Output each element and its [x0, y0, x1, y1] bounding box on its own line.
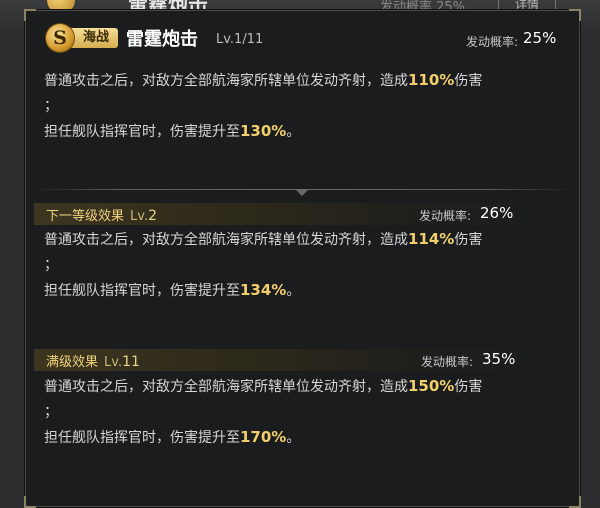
effect-text: 伤害: [454, 379, 483, 395]
next-level-header: 下一等级效果 Lv.2 发动概率: 26%: [34, 203, 571, 225]
effect-line: 普通攻击之后，对敌方全部航海家所辖单位发动齐射，造成114%伤害: [44, 227, 564, 253]
effect-line: ；: [44, 404, 58, 420]
effect-text: 普通攻击之后，对敌方全部航海家所辖单位发动齐射，造成: [44, 232, 408, 248]
next-rate-label: 发动概率:: [419, 209, 472, 223]
commander-damage-value: 130%: [240, 122, 287, 140]
effect-text: 担任舰队指挥官时，伤害提升至: [44, 124, 240, 140]
commander-damage-value: 170%: [240, 428, 287, 446]
s-rank-icon: S: [46, 24, 74, 52]
effect-line: 普通攻击之后，对敌方全部航海家所辖单位发动齐射，造成150%伤害: [44, 374, 564, 400]
skill-header: 海战 S 雷霆炮击 Lv.1/11 发动概率: 25%: [26, 11, 579, 61]
effect-line: 担任舰队指挥官时，伤害提升至134%。: [44, 278, 564, 304]
effect-line: 普通攻击之后，对敌方全部航海家所辖单位发动齐射，造成110%伤害: [44, 68, 564, 94]
max-rate-label: 发动概率:: [421, 355, 474, 369]
naval-battle-tag: 海战: [68, 28, 118, 48]
damage-value: 110%: [408, 71, 455, 89]
max-level-title: 满级效果 Lv.11: [46, 351, 140, 370]
lv-number: 11: [122, 354, 140, 370]
effect-text: 。: [286, 430, 301, 446]
trigger-rate-label: 发动概率:: [466, 35, 519, 49]
effect-text: 担任舰队指挥官时，伤害提升至: [44, 430, 240, 446]
max-rate-value: 35%: [482, 350, 516, 368]
effect-text: 伤害: [454, 232, 483, 248]
skill-name: 雷霆炮击: [126, 29, 198, 50]
max-level-lv: Lv.11: [104, 354, 140, 370]
effect-text: 普通攻击之后，对敌方全部航海家所辖单位发动齐射，造成: [44, 73, 408, 89]
next-level-lv: Lv.2: [130, 208, 157, 224]
max-level-header: 满级效果 Lv.11 发动概率: 35%: [34, 349, 571, 371]
lv-prefix: Lv.: [104, 355, 123, 370]
panel-corner-ornament: [569, 496, 581, 508]
effect-line: 担任舰队指挥官时，伤害提升至170%。: [44, 425, 564, 451]
lv-number: 2: [148, 208, 157, 224]
effect-line: ；: [44, 257, 58, 273]
next-level-label: 下一等级效果: [46, 209, 125, 224]
damage-value: 114%: [408, 230, 455, 248]
effect-line: ；: [44, 98, 58, 114]
effect-text: 伤害: [454, 73, 483, 89]
divider-arrow-icon: [296, 190, 308, 196]
commander-damage-value: 134%: [240, 281, 287, 299]
effect-text: 担任舰队指挥官时，伤害提升至: [44, 283, 240, 299]
next-level-title: 下一等级效果 Lv.2: [46, 205, 157, 224]
damage-value: 150%: [408, 377, 455, 395]
next-rate-value: 26%: [480, 204, 514, 222]
skill-level: Lv.1/11: [216, 32, 264, 47]
effect-line: 担任舰队指挥官时，伤害提升至130%。: [44, 119, 564, 145]
lv-prefix: Lv.: [130, 209, 149, 224]
max-level-label: 满级效果: [46, 355, 99, 370]
current-effect-description: 普通攻击之后，对敌方全部航海家所辖单位发动齐射，造成110%伤害 ； 担任舰队指…: [44, 68, 564, 145]
trigger-rate-value: 25%: [523, 29, 557, 47]
panel-corner-ornament: [24, 496, 36, 508]
effect-text: 普通攻击之后，对敌方全部航海家所辖单位发动齐射，造成: [44, 379, 408, 395]
skill-tooltip-panel: 海战 S 雷霆炮击 Lv.1/11 发动概率: 25% 普通攻击之后，对敌方全部…: [24, 9, 581, 508]
effect-text: 。: [286, 283, 301, 299]
next-effect-description: 普通攻击之后，对敌方全部航海家所辖单位发动齐射，造成114%伤害 ； 担任舰队指…: [44, 227, 564, 304]
max-effect-description: 普通攻击之后，对敌方全部航海家所辖单位发动齐射，造成150%伤害 ； 担任舰队指…: [44, 374, 564, 451]
effect-text: 。: [286, 124, 301, 140]
